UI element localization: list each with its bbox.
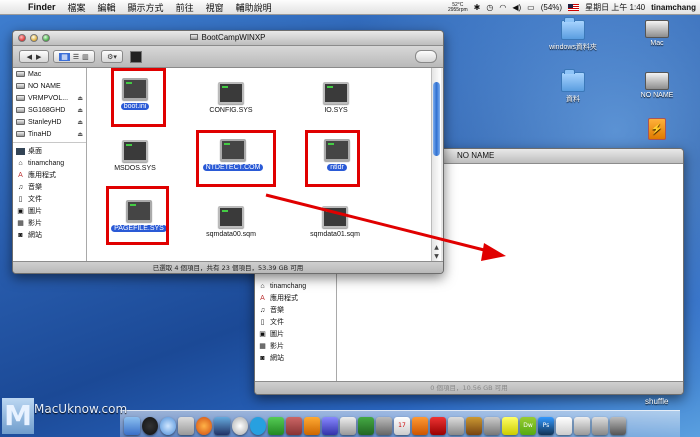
annotation-arrow: [265, 193, 506, 261]
app-icon-green[interactable]: [358, 417, 374, 435]
acrobat-icon[interactable]: [430, 417, 446, 435]
document-icon[interactable]: [556, 417, 572, 435]
messenger-icon[interactable]: [268, 417, 284, 435]
watermark: M MacUknow.com: [0, 396, 140, 437]
photoshop-icon[interactable]: Ps: [538, 417, 554, 435]
itunes-icon[interactable]: [232, 417, 248, 435]
watermark-text: MacUknow.com: [34, 402, 128, 416]
network-icon[interactable]: [214, 417, 230, 435]
dashboard-icon[interactable]: [142, 417, 158, 435]
app-icon-brown[interactable]: [466, 417, 482, 435]
safari-icon[interactable]: [160, 417, 176, 435]
app-icon-yellow[interactable]: [502, 417, 518, 435]
downloads-icon[interactable]: [592, 417, 608, 435]
macuknow-logo-icon: M: [2, 398, 34, 434]
app-icon-gray[interactable]: [376, 417, 392, 435]
mail-icon[interactable]: [178, 417, 194, 435]
vlc-icon[interactable]: [412, 417, 428, 435]
app-icon-light[interactable]: [574, 417, 590, 435]
dreamweaver-icon[interactable]: Dw: [520, 417, 536, 435]
app-icon-red[interactable]: [286, 417, 302, 435]
dock: 17 Dw Ps: [120, 410, 680, 437]
app-icon-blue[interactable]: [322, 417, 338, 435]
firefox-icon[interactable]: [196, 417, 212, 435]
trash-icon[interactable]: [610, 417, 626, 435]
ical-icon[interactable]: 17: [394, 417, 410, 435]
desktop-icon-shuffle-label[interactable]: shuffle: [645, 397, 668, 406]
app-icon-orange[interactable]: [304, 417, 320, 435]
app-icon-silver[interactable]: [484, 417, 500, 435]
preview-icon[interactable]: [340, 417, 356, 435]
skype-icon[interactable]: [250, 417, 266, 435]
preferences-icon[interactable]: [448, 417, 464, 435]
